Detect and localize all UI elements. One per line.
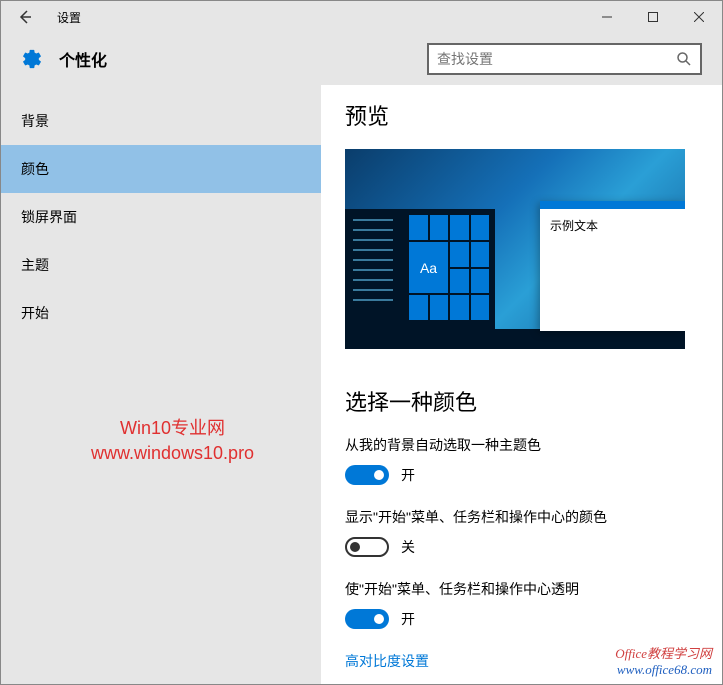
content: 背景 颜色 锁屏界面 主题 开始 预览 Aa (1, 85, 722, 684)
transparency-state: 开 (401, 609, 415, 629)
titlebar: 设置 (1, 1, 722, 33)
show-color-label: 显示"开始"菜单、任务栏和操作中心的颜色 (345, 507, 698, 527)
accent-tile: Aa (409, 242, 448, 294)
transparency-label: 使"开始"菜单、任务栏和操作中心透明 (345, 579, 698, 599)
back-arrow-icon (17, 9, 33, 25)
watermark-win10pro: Win10专业网 www.windows10.pro (91, 416, 254, 466)
transparency-toggle[interactable] (345, 609, 389, 629)
close-button[interactable] (676, 1, 722, 33)
preview-heading: 预览 (345, 99, 698, 131)
sample-window: 示例文本 (540, 201, 685, 331)
choose-color-heading: 选择一种颜色 (345, 385, 698, 417)
sample-text: 示例文本 (540, 209, 685, 242)
auto-color-toggle-row: 开 (345, 465, 698, 485)
taskbar-preview (345, 329, 685, 349)
show-color-toggle-row: 关 (345, 537, 698, 557)
window-controls (584, 1, 722, 33)
sidebar-item-colors[interactable]: 颜色 (1, 145, 321, 193)
maximize-icon (648, 12, 658, 22)
minimize-icon (602, 12, 612, 22)
watermark-line1: Win10专业网 (91, 416, 254, 441)
start-menu-preview: Aa (345, 209, 495, 329)
gear-icon (21, 48, 43, 70)
transparency-toggle-row: 开 (345, 609, 698, 629)
watermark2-line1: Office教程学习网 (615, 643, 712, 662)
close-icon (694, 12, 704, 22)
minimize-button[interactable] (584, 1, 630, 33)
search-icon (676, 51, 692, 67)
sidebar-item-start[interactable]: 开始 (1, 289, 321, 337)
titlebar-left: 设置 (1, 1, 81, 33)
sidebar-item-background[interactable]: 背景 (1, 97, 321, 145)
sidebar-item-themes[interactable]: 主题 (1, 241, 321, 289)
sidebar-item-lockscreen[interactable]: 锁屏界面 (1, 193, 321, 241)
header: 个性化 (1, 33, 722, 85)
sidebar: 背景 颜色 锁屏界面 主题 开始 (1, 85, 321, 684)
auto-color-label: 从我的背景自动选取一种主题色 (345, 435, 698, 455)
main-panel: 预览 Aa 示例文本 (321, 85, 722, 684)
auto-color-state: 开 (401, 465, 415, 485)
auto-color-toggle[interactable] (345, 465, 389, 485)
header-left: 个性化 (21, 47, 107, 71)
sample-titlebar (540, 201, 685, 209)
watermark-office68: Office教程学习网 www.office68.com (615, 643, 712, 678)
show-color-state: 关 (401, 537, 415, 557)
tile-grid: Aa (409, 215, 489, 320)
window-title: 设置 (57, 9, 81, 26)
theme-preview: Aa 示例文本 (345, 149, 685, 349)
show-color-toggle[interactable] (345, 537, 389, 557)
page-title: 个性化 (59, 47, 107, 71)
search-input[interactable] (437, 51, 676, 67)
back-button[interactable] (1, 1, 49, 33)
maximize-button[interactable] (630, 1, 676, 33)
watermark-line2: www.windows10.pro (91, 441, 254, 466)
start-list-lines (353, 219, 393, 309)
watermark2-line2: www.office68.com (615, 662, 712, 678)
search-box[interactable] (427, 43, 702, 75)
